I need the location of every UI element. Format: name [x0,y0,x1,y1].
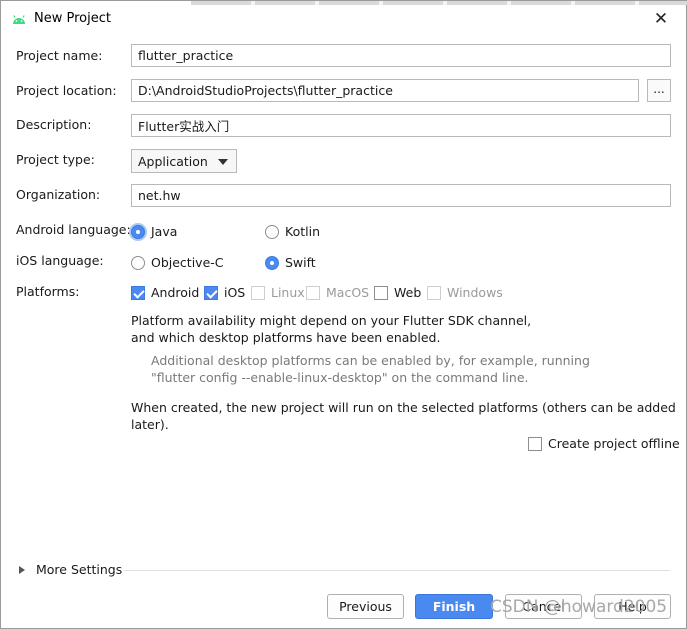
platform-web-box [374,285,388,300]
project-type-value: Application [138,154,208,169]
desktop-hint-line1: Additional desktop platforms can be enab… [151,353,590,368]
more-settings-divider [124,570,670,571]
platform-linux-label: Linux [271,285,305,300]
platform-macos-label: MacOS [326,285,370,300]
radio-kotlin[interactable]: Kotlin [265,224,320,239]
platform-android-box [131,285,145,300]
create-offline-box [528,436,542,451]
create-offline-checkbox[interactable]: Create project offline [528,436,680,451]
platform-web-checkbox[interactable]: Web [374,285,421,300]
platform-windows-label: Windows [447,285,503,300]
chevron-down-icon [218,159,228,165]
radio-swift-label: Swift [285,255,316,270]
platform-windows-box [427,285,441,300]
project-type-dropdown[interactable]: Application [131,149,237,173]
platform-web-label: Web [394,285,422,300]
platforms-label: Platforms: [16,284,80,299]
radio-kotlin-indicator [265,224,279,239]
created-info: When created, the new project will run o… [131,400,676,432]
dialog-title: New Project [34,11,111,26]
platform-info-line1: Platform availability might depend on yo… [131,313,532,328]
platform-ios-box [204,285,218,300]
project-type-label: Project type: [16,152,95,167]
radio-swift-indicator [265,255,279,270]
radio-java-indicator [131,224,145,239]
title-bar: New Project ✕ [1,5,686,33]
android-language-label: Android language: [16,222,131,237]
organization-label: Organization: [16,187,101,202]
more-settings-label: More Settings [36,562,123,577]
csdn-watermark: CSDN @howard2005 [490,597,668,617]
platform-ios-checkbox[interactable]: iOS [204,285,245,300]
create-offline-label: Create project offline [548,436,680,451]
radio-objective-c-label: Objective-C [151,255,224,270]
radio-java-label: Java [151,224,178,239]
radio-swift[interactable]: Swift [265,255,316,270]
radio-kotlin-label: Kotlin [285,224,320,239]
close-icon: ✕ [653,9,669,29]
project-name-label: Project name: [16,48,103,63]
description-label: Description: [16,117,92,132]
platform-ios-label: iOS [224,285,246,300]
desktop-hint-line2: "flutter config --enable-linux-desktop" … [151,370,529,385]
platform-info-line2: and which desktop platforms have been en… [131,330,441,345]
radio-objective-c[interactable]: Objective-C [131,255,224,270]
chevron-right-icon [19,565,25,574]
finish-button[interactable]: Finish [415,594,493,619]
ios-language-label: iOS language: [16,253,104,268]
close-button[interactable]: ✕ [647,7,675,31]
platform-android-checkbox[interactable]: Android [131,285,199,300]
project-location-label: Project location: [16,83,117,98]
platform-android-label: Android [151,285,200,300]
previous-button[interactable]: Previous [327,594,404,619]
platform-linux-checkbox: Linux [251,285,305,300]
project-location-input[interactable] [131,79,639,102]
radio-java[interactable]: Java [131,224,177,239]
organization-input[interactable] [131,184,671,207]
new-project-dialog: New Project ✕ Project name: Project loca… [0,0,687,629]
android-icon [13,15,25,24]
more-settings-toggle[interactable]: More Settings [19,562,122,577]
platform-macos-box [306,285,320,300]
platform-windows-checkbox: Windows [427,285,503,300]
radio-objective-c-indicator [131,255,145,270]
platform-linux-box [251,285,265,300]
browse-location-button[interactable]: ... [647,79,671,102]
project-name-input[interactable] [131,44,671,67]
platform-macos-checkbox: MacOS [306,285,369,300]
description-input[interactable] [131,114,671,137]
